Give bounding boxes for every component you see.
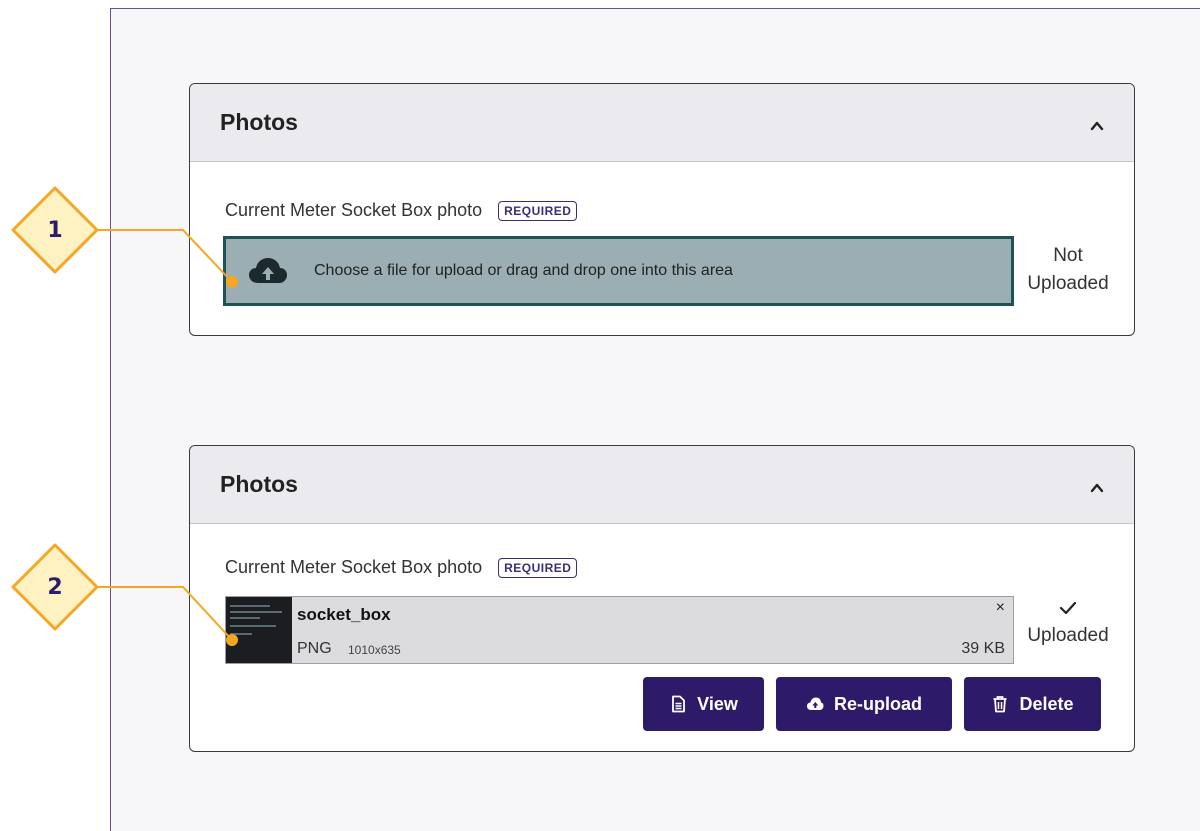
file-actions: View Re-upload Delete (643, 677, 1101, 731)
chevron-up-icon[interactable] (1090, 481, 1104, 495)
panel-title: Photos (220, 471, 298, 497)
file-type: PNG (297, 640, 332, 657)
file-name: socket_box (297, 605, 391, 624)
field-label: Current Meter Socket Box photo (225, 557, 483, 577)
file-size: 39 KB (961, 640, 1005, 657)
panel-title: Photos (220, 109, 298, 135)
panel-header[interactable]: Photos (190, 84, 1134, 162)
file-dimensions: 1010x635 (348, 643, 401, 657)
delete-button[interactable]: Delete (964, 677, 1101, 731)
view-button-label: View (697, 693, 738, 714)
trash-icon (993, 696, 1007, 713)
callout-marker-1: 1 (25, 200, 85, 260)
photos-panel-uploaded: Photos Current Meter Socket Box photo RE… (189, 445, 1135, 752)
check-icon (1059, 601, 1077, 615)
cloud-upload-icon (249, 258, 287, 283)
file-dropzone[interactable]: Choose a file for upload or drag and dro… (223, 236, 1014, 306)
uploaded-file-card: socket_box PNG 1010x635 39 KB × (225, 596, 1014, 664)
view-button[interactable]: View (643, 677, 764, 731)
field-label: Current Meter Socket Box photo (225, 200, 483, 220)
status-text: Uploaded (1027, 625, 1109, 646)
required-badge: REQUIRED (498, 557, 578, 578)
required-badge: REQUIRED (498, 200, 578, 221)
field-label-row: Current Meter Socket Box photo REQUIRED (225, 200, 578, 221)
reupload-button-label: Re-upload (834, 693, 922, 714)
document-icon (672, 695, 686, 713)
callout-marker-2: 2 (25, 557, 85, 617)
cloud-upload-icon (807, 697, 824, 710)
photos-panel-not-uploaded: Photos Current Meter Socket Box photo RE… (189, 83, 1135, 336)
reupload-button[interactable]: Re-upload (776, 677, 952, 731)
upload-status: Not Uploaded (1018, 242, 1118, 298)
field-label-row: Current Meter Socket Box photo REQUIRED (225, 557, 578, 578)
callout-number: 1 (47, 217, 63, 243)
status-line-1: Not (1053, 245, 1083, 266)
dropzone-text: Choose a file for upload or drag and dro… (314, 262, 733, 279)
callout-number: 2 (47, 574, 63, 600)
chevron-up-icon[interactable] (1090, 119, 1104, 133)
file-info: socket_box PNG 1010x635 39 KB × (292, 597, 1013, 663)
file-thumbnail[interactable] (226, 597, 292, 663)
upload-status: Uploaded (1018, 598, 1118, 650)
panel-header[interactable]: Photos (190, 446, 1134, 524)
delete-button-label: Delete (1019, 693, 1074, 714)
close-icon[interactable]: × (996, 599, 1005, 617)
status-line-2: Uploaded (1027, 273, 1109, 294)
